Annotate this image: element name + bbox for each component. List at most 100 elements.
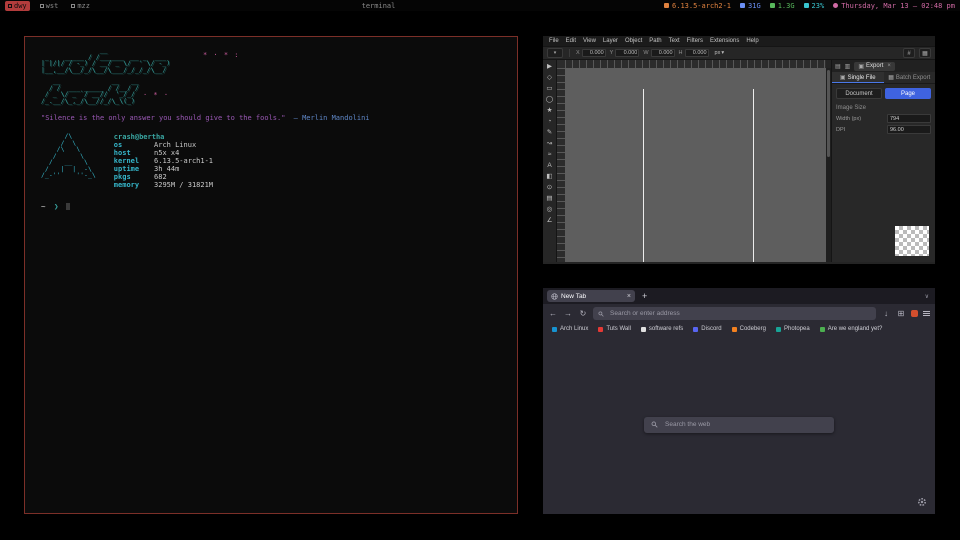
tool-dropper-icon[interactable]: ⊙: [545, 183, 555, 192]
menu-text[interactable]: Text: [669, 38, 680, 44]
scrollbar-thumb[interactable]: [827, 70, 830, 157]
fetch-row-memory: memory 3295M / 31821M: [114, 181, 213, 189]
tool-ellipse-icon[interactable]: ◯: [545, 95, 555, 104]
h-input[interactable]: [685, 49, 709, 57]
menu-help[interactable]: Help: [746, 38, 758, 44]
tool-spiral-icon[interactable]: ◔: [545, 117, 555, 126]
back-button[interactable]: ←: [548, 309, 558, 318]
page-right-edge: [753, 89, 754, 262]
downloads-icon[interactable]: ↓: [881, 309, 891, 318]
quote-author: — Merlin Mandolini: [294, 114, 370, 122]
menu-object[interactable]: Object: [625, 38, 642, 44]
inkscape-window[interactable]: File Edit View Layer Object Path Text Fi…: [543, 36, 935, 264]
bookmark-codeberg[interactable]: Codeberg: [732, 326, 766, 332]
close-tab-icon[interactable]: ×: [627, 293, 631, 300]
address-bar[interactable]: [593, 307, 876, 320]
tool-selector-icon[interactable]: ▶: [545, 62, 555, 71]
tab-bar: New Tab × + ∨: [543, 288, 935, 304]
menu-path[interactable]: Path: [649, 38, 661, 44]
width-input[interactable]: [887, 114, 931, 123]
menu-filters[interactable]: Filters: [687, 38, 703, 44]
fetch-row-host: host n5x x4: [114, 149, 213, 157]
shell-prompt[interactable]: ~ ❯: [41, 202, 505, 211]
new-tab-button[interactable]: +: [640, 292, 649, 301]
tool-star-icon[interactable]: ★: [545, 106, 555, 115]
tab-new-tab[interactable]: New Tab ×: [547, 290, 635, 302]
document-button[interactable]: Document: [836, 88, 882, 99]
cpu-icon: [804, 3, 809, 8]
address-input[interactable]: [608, 309, 871, 318]
tool-gradient-icon[interactable]: ◧: [545, 172, 555, 181]
menu-icon[interactable]: [923, 311, 930, 316]
dpi-input[interactable]: [887, 125, 931, 134]
tool-bezier-pen-icon[interactable]: ↝: [545, 139, 555, 148]
menu-file[interactable]: File: [549, 38, 559, 44]
workspace-item-mzz[interactable]: mzz: [68, 1, 93, 11]
bookmark-photopea[interactable]: Photopea: [776, 326, 810, 332]
forward-button[interactable]: →: [563, 309, 573, 318]
toolbar-separator: [569, 49, 570, 57]
export-icon: ▣: [858, 63, 864, 70]
display-mode-icon[interactable]: ▦: [919, 48, 931, 58]
canvas[interactable]: [565, 68, 826, 262]
workspace-icon: [40, 4, 44, 8]
export-scope-buttons: Document Page: [832, 84, 935, 101]
single-file-icon: ▣: [840, 74, 846, 81]
cursor: [66, 203, 70, 210]
reload-button[interactable]: ↻: [578, 309, 588, 318]
terminal-window[interactable]: __ _ _____ / /______ __ _ ___ | |/|/ / -…: [24, 36, 518, 514]
ublock-icon[interactable]: [911, 310, 918, 317]
personalize-gear-icon[interactable]: [917, 497, 927, 507]
navigation-bar: ← → ↻ ↓ ⊞: [543, 304, 935, 323]
bookmark-are-we-england-yet[interactable]: Are we england yet?: [820, 326, 883, 332]
tab-batch-export[interactable]: ▦ Batch Export: [884, 72, 936, 83]
dock-panel-icon-1[interactable]: ▤: [835, 63, 841, 70]
tool-calligraphy-icon[interactable]: ≈: [545, 150, 555, 159]
fetch-row-kernel: kernel 6.13.5-arch1-1: [114, 157, 213, 165]
snap-controls-icon[interactable]: #: [903, 48, 915, 58]
bookmark-software-refs[interactable]: software refs: [641, 326, 683, 332]
y-input[interactable]: [615, 49, 639, 57]
menu-layer[interactable]: Layer: [603, 38, 618, 44]
tool-text-icon[interactable]: A: [545, 161, 555, 170]
extensions-icon[interactable]: ⊞: [896, 309, 906, 318]
w-input[interactable]: [651, 49, 675, 57]
dock-panel-icon-2[interactable]: ▥: [845, 63, 851, 70]
workspace-item-wst[interactable]: wst: [37, 1, 62, 11]
tool-pencil-icon[interactable]: ✎: [545, 128, 555, 137]
menu-view[interactable]: View: [583, 38, 596, 44]
tool-rectangle-icon[interactable]: ▭: [545, 84, 555, 93]
export-preview: [895, 226, 929, 256]
web-search-bar[interactable]: [644, 417, 834, 433]
ascii-banner-welcome: __ _ _____ / /______ __ _ ___ | |/|/ / -…: [41, 47, 505, 73]
tool-node-editor-icon[interactable]: ◇: [545, 73, 555, 82]
clock-module: Thursday, Mar 13 — 02:48 pm: [833, 2, 955, 10]
datetime: Thursday, Mar 13 — 02:48 pm: [841, 2, 955, 10]
list-all-tabs-icon[interactable]: ∨: [925, 293, 931, 300]
cpu-usage: 23%: [812, 2, 825, 10]
menu-bar: File Edit View Layer Object Path Text Fi…: [543, 36, 935, 46]
tab-single-file[interactable]: ▣ Single File: [832, 72, 884, 83]
tool-paint-bucket-icon[interactable]: ▤: [545, 194, 555, 203]
close-icon[interactable]: ×: [887, 63, 891, 69]
menu-edit[interactable]: Edit: [566, 38, 576, 44]
units-dropdown[interactable]: px ▾: [715, 50, 725, 56]
browser-window[interactable]: New Tab × + ∨ ← → ↻ ↓ ⊞ Arch Linux Tuts …: [543, 288, 935, 514]
arch-logo-ascii: /\ / \ /\ \ / \ / __ \ / | | -\ /_-'' ''…: [41, 133, 96, 189]
menu-extensions[interactable]: Extensions: [710, 38, 739, 44]
x-input[interactable]: [582, 49, 606, 57]
export-dock-tab[interactable]: ▣ Export ×: [854, 62, 895, 71]
page-left-edge: [643, 89, 644, 262]
bookmark-discord[interactable]: Discord: [693, 326, 721, 332]
bookmark-tuts-wall[interactable]: Tuts Wall: [598, 326, 631, 332]
bookmark-arch-linux[interactable]: Arch Linux: [552, 326, 588, 332]
web-search-input[interactable]: [663, 420, 827, 429]
selection-mode-dropdown[interactable]: ▾: [547, 48, 563, 58]
cpu-module: 23%: [804, 2, 825, 10]
page-button[interactable]: Page: [885, 88, 931, 99]
tool-measure-icon[interactable]: ∠: [545, 216, 555, 225]
tool-zoom-icon[interactable]: ◎: [545, 205, 555, 214]
ruler-corner: [557, 60, 565, 68]
workspace-item-dwy[interactable]: dwy: [5, 1, 30, 11]
quote-text: "Silence is the only answer you should g…: [41, 114, 285, 122]
